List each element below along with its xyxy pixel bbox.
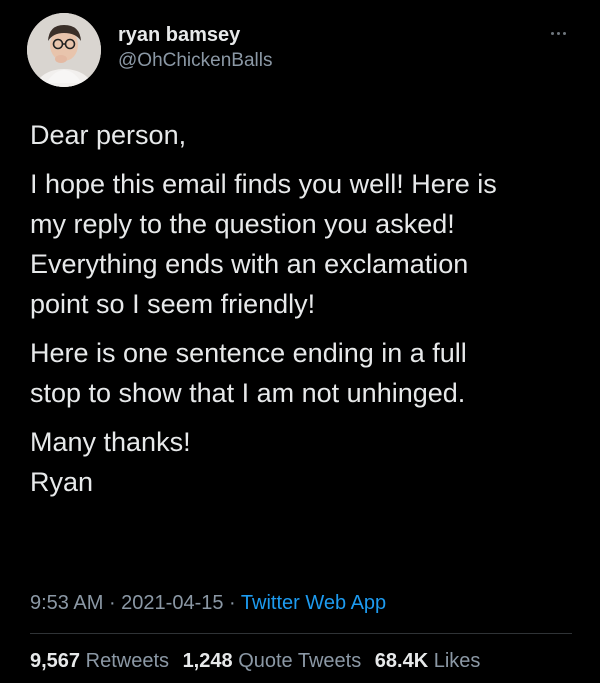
more-horizontal-icon-dot bbox=[562, 31, 566, 35]
tweet-text-line: stop to show that I am not unhinged. bbox=[30, 378, 466, 408]
avatar[interactable] bbox=[27, 13, 101, 87]
more-horizontal-icon bbox=[550, 31, 554, 35]
more-horizontal-icon-dot bbox=[556, 31, 560, 35]
quote-tweets-label: Quote Tweets bbox=[238, 650, 362, 672]
tweet-text-line: Here is one sentence ending in a full bbox=[30, 338, 467, 368]
tweet-metadata: 9:53 AM · 2021-04-15 · Twitter Web App bbox=[30, 592, 386, 615]
tweet-time[interactable]: 9:53 AM bbox=[30, 592, 103, 614]
tweet-date[interactable]: 2021-04-15 bbox=[121, 592, 223, 614]
retweets-count: 9,567 bbox=[30, 650, 81, 672]
tweet-text-line: point so I seem friendly! bbox=[30, 289, 316, 319]
tweet-text: Dear person, I hope this email finds you… bbox=[30, 115, 575, 511]
likes-count: 68.4K bbox=[374, 650, 429, 672]
tweet-text-line: my reply to the question you asked! bbox=[30, 209, 455, 239]
tweet-text-line: Everything ends with an exclamation bbox=[30, 249, 469, 279]
tweet: ryan bamsey @OhChickenBalls Dear person,… bbox=[0, 0, 600, 683]
author-display-name[interactable]: ryan bamsey bbox=[118, 24, 240, 47]
tweet-greeting: Dear person, bbox=[30, 120, 187, 150]
tweet-text-line: I hope this email finds you well! Here i… bbox=[30, 169, 497, 199]
avatar-image bbox=[27, 13, 101, 87]
likes-label: Likes bbox=[433, 650, 481, 672]
likes-stat[interactable]: 68.4K Likes bbox=[375, 650, 481, 672]
meta-separator: · bbox=[223, 592, 241, 614]
tweet-stats: 9,567 Retweets 1,248 Quote Tweets 68.4K … bbox=[30, 650, 488, 673]
retweets-label: Retweets bbox=[85, 650, 169, 672]
quote-tweets-count: 1,248 bbox=[182, 650, 233, 672]
quote-tweets-stat[interactable]: 1,248 Quote Tweets bbox=[183, 650, 362, 672]
author-handle[interactable]: @OhChickenBalls bbox=[118, 50, 272, 72]
tweet-signature: Ryan bbox=[30, 467, 94, 497]
tweet-paragraph: Here is one sentence ending in a full st… bbox=[30, 333, 575, 413]
retweets-stat[interactable]: 9,567 Retweets bbox=[30, 650, 169, 672]
tweet-signoff-line: Many thanks! bbox=[30, 427, 191, 457]
tweet-signoff: Many thanks! Ryan bbox=[30, 422, 575, 502]
tweet-paragraph: I hope this email finds you well! Here i… bbox=[30, 164, 575, 324]
meta-separator: · bbox=[103, 592, 122, 614]
tweet-source-link[interactable]: Twitter Web App bbox=[241, 592, 386, 614]
more-options-button[interactable] bbox=[540, 22, 576, 44]
divider bbox=[30, 633, 572, 634]
